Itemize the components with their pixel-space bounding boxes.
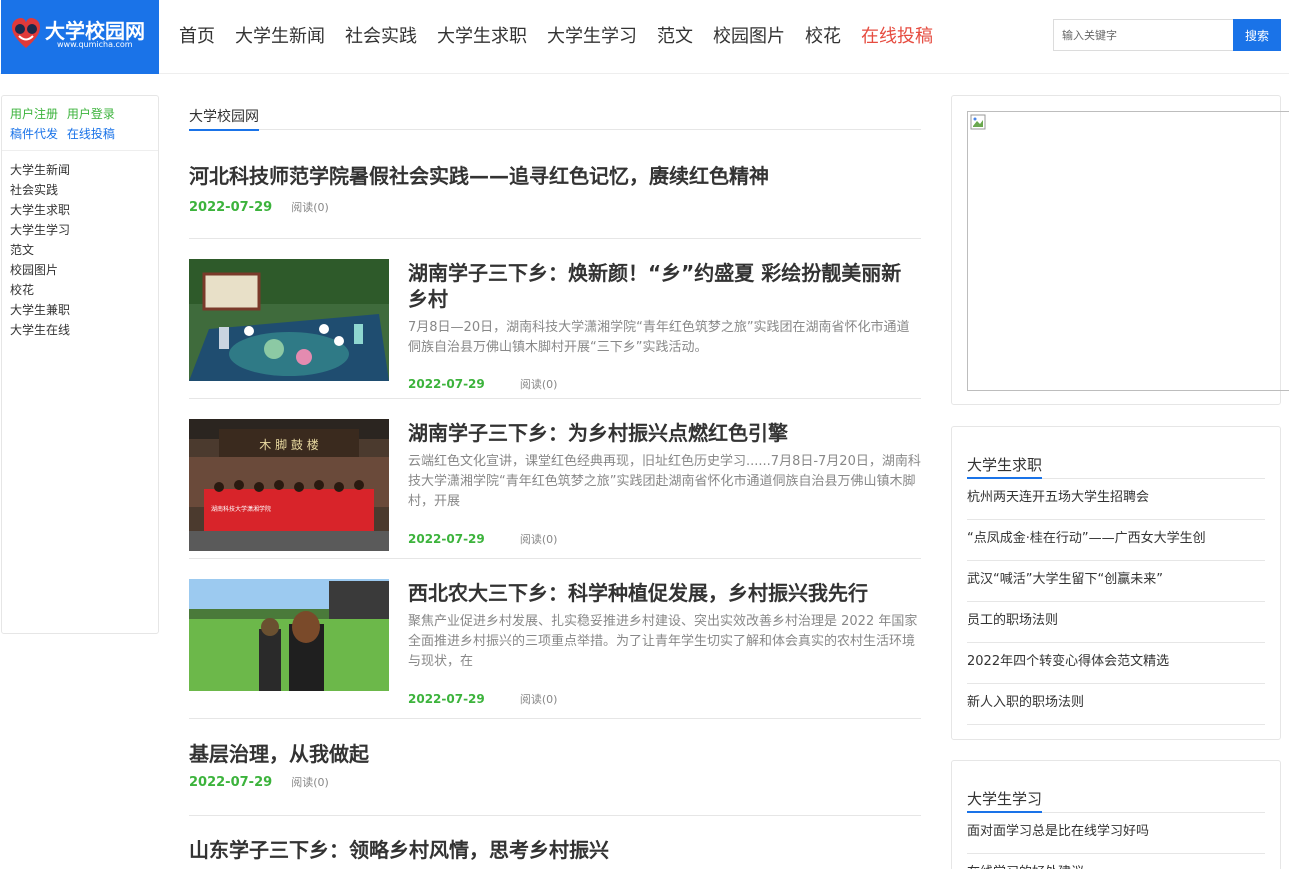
ad-image-frame[interactable]	[967, 111, 1289, 391]
article-date: 2022-07-29	[408, 532, 485, 546]
article-date: 2022-07-29	[408, 377, 485, 391]
article-summary: 聚焦产业促进乡村发展、扎实稳妥推进乡村建设、突出实效改善乡村治理是 2022 年…	[408, 614, 918, 669]
sidebar-item-parttime[interactable]: 大学生兼职	[10, 300, 158, 320]
article-body: 湖南学子三下乡：焕新颜！“乡”约盛夏 彩绘扮靓美丽新乡村 7月8日—20日，湖南…	[408, 260, 921, 391]
nav-item-campus-belle[interactable]: 校花	[805, 24, 841, 50]
main-nav: 首页 大学生新闻 社会实践 大学生求职 大学生学习 范文 校园图片 校花 在线投…	[179, 24, 953, 50]
article-summary: 云端红色文化宣讲，课堂红色经典再现，旧址红色历史学习......7月8日-7月2…	[408, 454, 921, 509]
panel-header: 大学生学习	[967, 761, 1265, 813]
list-item: 河北科技师范学院暑假社会实践——追寻红色记忆，赓续红色精神 2022-07-29…	[189, 130, 921, 239]
sidebar-item-practice[interactable]: 社会实践	[10, 180, 158, 200]
article-title[interactable]: 河北科技师范学院暑假社会实践——追寻红色记忆，赓续红色精神	[189, 163, 921, 189]
article-reads: 阅读(0)	[519, 693, 558, 706]
sidebar-item-study[interactable]: 大学生学习	[10, 220, 158, 240]
banner-text: 湖南科技大学潇湘学院	[211, 505, 271, 513]
list-item: 湖南学子三下乡：焕新颜！“乡”约盛夏 彩绘扮靓美丽新乡村 7月8日—20日，湖南…	[189, 239, 921, 399]
register-link[interactable]: 用户注册	[10, 107, 58, 121]
panel-title: 大学生学习	[967, 788, 1043, 813]
list-item: 西北农大三下乡：科学种植促发展，乡村振兴我先行 聚焦产业促进乡村发展、扎实稳妥推…	[189, 559, 921, 719]
article-title[interactable]: 湖南学子三下乡：焕新颜！“乡”约盛夏 彩绘扮靓美丽新乡村	[408, 260, 921, 312]
sidebar-item-photos[interactable]: 校园图片	[10, 260, 158, 280]
search-button[interactable]: 搜索	[1233, 19, 1281, 51]
submit-link[interactable]: 在线投稿	[67, 127, 115, 141]
article-thumbnail[interactable]: 木 脚 鼓 楼 湖南科技大学潇湘学院	[189, 419, 389, 551]
nav-item-essays[interactable]: 范文	[657, 24, 693, 50]
section-header: 大学校园网	[189, 95, 921, 131]
mural-painting-image	[189, 259, 389, 381]
list-item[interactable]: 在线学习的好处建议	[967, 854, 1265, 869]
list-item: 基层治理，从我做起 2022-07-29 阅读(0)	[189, 719, 921, 816]
article-reads: 阅读(0)	[291, 201, 329, 214]
login-link[interactable]: 用户登录	[67, 107, 115, 121]
list-item[interactable]: 员工的职场法则	[967, 602, 1265, 643]
account-links: 用户注册 用户登录 稿件代发 在线投稿	[2, 96, 158, 151]
building-sign-text: 木 脚 鼓 楼	[259, 437, 318, 452]
proxy-post-link[interactable]: 稿件代发	[10, 127, 58, 141]
nav-item-home[interactable]: 首页	[179, 24, 215, 50]
article-date: 2022-07-29	[189, 775, 273, 790]
list-item: 木 脚 鼓 楼 湖南科技大学潇湘学院 湖南学子三下乡：为乡村振兴点燃红色引擎 云…	[189, 399, 921, 559]
article-reads: 阅读(0)	[519, 533, 558, 546]
list-item[interactable]: 新人入职的职场法则	[967, 684, 1265, 725]
article-body: 湖南学子三下乡：为乡村振兴点燃红色引擎 云端红色文化宣讲，课堂红色经典再现，旧址…	[408, 420, 921, 546]
sidebar-item-campus-belle[interactable]: 校花	[10, 280, 158, 300]
category-list: 大学生新闻 社会实践 大学生求职 大学生学习 范文 校园图片 校花 大学生兼职 …	[2, 151, 158, 340]
article-title[interactable]: 基层治理，从我做起	[189, 741, 921, 767]
article-meta: 2022-07-29 阅读(0)	[408, 373, 557, 392]
site-logo[interactable]: 大学校园网 www.qumicha.com	[1, 0, 159, 74]
sidebar-item-essays[interactable]: 范文	[10, 240, 158, 260]
article-reads: 阅读(0)	[519, 378, 558, 391]
nav-item-practice[interactable]: 社会实践	[345, 24, 417, 50]
jobs-panel: 大学生求职 杭州两天连开五场大学生招聘会 “点凤成金·桂在行动”——广西女大学生…	[951, 426, 1281, 740]
article-title[interactable]: 西北农大三下乡：科学种植促发展，乡村振兴我先行	[408, 580, 921, 606]
list-item[interactable]: “点凤成金·桂在行动”——广西女大学生创	[967, 520, 1265, 561]
rice-field-image	[189, 579, 389, 691]
nav-item-news[interactable]: 大学生新闻	[235, 24, 325, 50]
nav-item-submit[interactable]: 在线投稿	[861, 24, 933, 50]
article-thumbnail[interactable]	[189, 579, 389, 691]
group-photo-image: 木 脚 鼓 楼 湖南科技大学潇湘学院	[189, 419, 389, 551]
study-list: 面对面学习总是比在线学习好吗 在线学习的好处建议	[967, 813, 1265, 869]
sidebar-item-online[interactable]: 大学生在线	[10, 320, 158, 340]
nav-item-photos[interactable]: 校园图片	[713, 24, 785, 50]
list-item[interactable]: 2022年四个转变心得体会范文精选	[967, 643, 1265, 684]
nav-item-study[interactable]: 大学生学习	[547, 24, 637, 50]
list-item[interactable]: 杭州两天连开五场大学生招聘会	[967, 479, 1265, 520]
sidebar-item-news[interactable]: 大学生新闻	[10, 160, 158, 180]
article-meta: 2022-07-29 阅读(0)	[408, 688, 557, 707]
sidebar-item-jobs[interactable]: 大学生求职	[10, 200, 158, 220]
article-title[interactable]: 山东学子三下乡：领略乡村风情，思考乡村振兴	[189, 837, 921, 863]
article-title[interactable]: 湖南学子三下乡：为乡村振兴点燃红色引擎	[408, 420, 921, 446]
article-body: 西北农大三下乡：科学种植促发展，乡村振兴我先行 聚焦产业促进乡村发展、扎实稳妥推…	[408, 580, 921, 706]
search-bar: 搜索	[1053, 19, 1281, 51]
article-reads: 阅读(0)	[291, 776, 329, 789]
article-date: 2022-07-29	[408, 692, 485, 706]
broken-image-icon	[970, 114, 986, 130]
list-item[interactable]: 武汉“喊活”大学生留下“创赢未来”	[967, 561, 1265, 602]
nav-item-jobs[interactable]: 大学生求职	[437, 24, 527, 50]
search-input[interactable]	[1053, 19, 1234, 51]
article-meta: 2022-07-29 阅读(0)	[189, 771, 921, 790]
panel-header: 大学生求职	[967, 427, 1265, 479]
article-list: 大学校园网 河北科技师范学院暑假社会实践——追寻红色记忆，赓续红色精神 2022…	[189, 95, 921, 863]
article-thumbnail[interactable]	[189, 259, 389, 381]
left-sidebar: 用户注册 用户登录 稿件代发 在线投稿 大学生新闻 社会实践 大学生求职 大学生…	[1, 95, 159, 634]
article-date: 2022-07-29	[189, 200, 273, 215]
list-item[interactable]: 面对面学习总是比在线学习好吗	[967, 813, 1265, 854]
panel-title: 大学生求职	[967, 454, 1043, 479]
logo-url: www.qumicha.com	[57, 40, 133, 49]
ad-box	[951, 95, 1289, 405]
study-panel: 大学生学习 面对面学习总是比在线学习好吗 在线学习的好处建议	[951, 760, 1281, 869]
heart-logo-icon	[12, 18, 40, 48]
article-meta: 2022-07-29 阅读(0)	[189, 196, 921, 215]
article-summary: 7月8日—20日，湖南科技大学潇湘学院“青年红色筑梦之旅”实践团在湖南省怀化市通…	[408, 320, 910, 355]
list-item: 山东学子三下乡：领略乡村风情，思考乡村振兴	[189, 816, 921, 863]
article-meta: 2022-07-29 阅读(0)	[408, 528, 557, 547]
section-title: 大学校园网	[189, 106, 259, 131]
site-header: 大学校园网 www.qumicha.com 首页 大学生新闻 社会实践 大学生求…	[0, 0, 1289, 74]
jobs-list: 杭州两天连开五场大学生招聘会 “点凤成金·桂在行动”——广西女大学生创 武汉“喊…	[967, 479, 1265, 725]
